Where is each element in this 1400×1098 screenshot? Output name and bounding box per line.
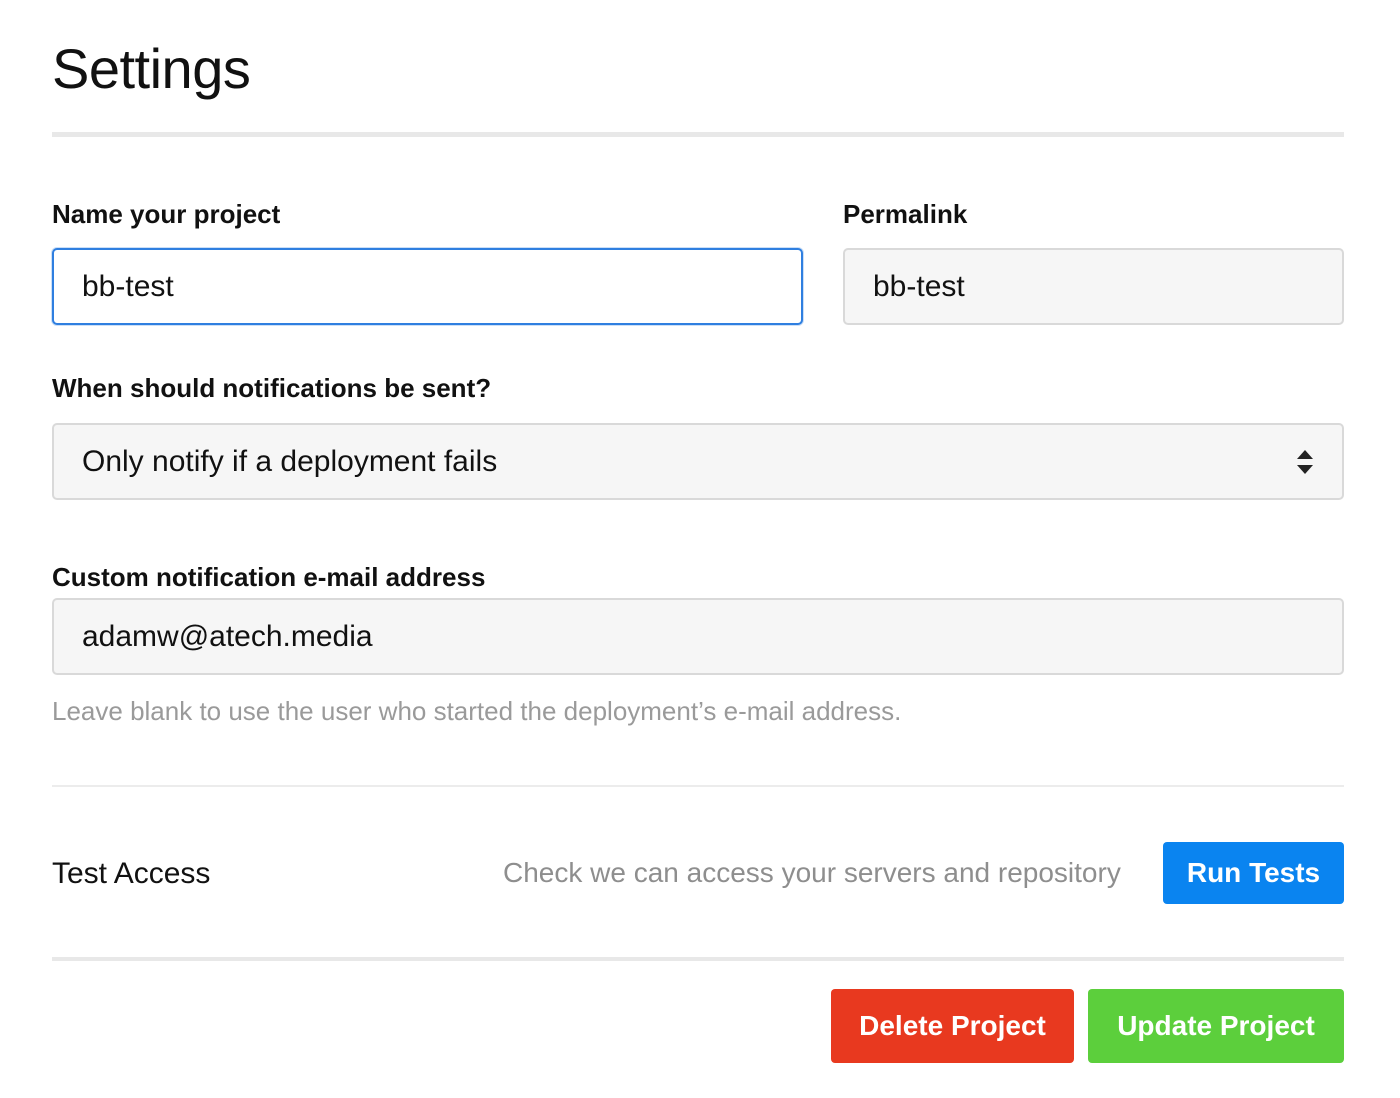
email-label: Custom notification e-mail address <box>52 562 486 592</box>
project-name-input[interactable] <box>52 248 803 325</box>
test-access-title: Test Access <box>52 857 211 890</box>
test-access-description: Check we can access your servers and rep… <box>503 857 1121 888</box>
page-title: Settings <box>52 37 251 100</box>
footer-divider <box>52 957 1344 961</box>
permalink-label: Permalink <box>843 199 968 229</box>
notifications-selected-value: Only notify if a deployment fails <box>82 444 498 478</box>
notifications-select[interactable]: Only notify if a deployment fails <box>52 423 1344 500</box>
header-divider <box>52 132 1344 137</box>
project-name-label: Name your project <box>52 199 281 229</box>
notifications-label: When should notifications be sent? <box>52 373 492 403</box>
delete-project-button[interactable]: Delete Project <box>831 989 1074 1063</box>
update-project-button[interactable]: Update Project <box>1088 989 1344 1063</box>
up-down-chevron-icon <box>1296 449 1314 475</box>
email-input[interactable] <box>52 598 1344 675</box>
email-help-text: Leave blank to use the user who started … <box>52 696 902 726</box>
run-tests-button[interactable]: Run Tests <box>1163 842 1344 904</box>
section-divider <box>52 785 1344 787</box>
permalink-input[interactable] <box>843 248 1344 325</box>
